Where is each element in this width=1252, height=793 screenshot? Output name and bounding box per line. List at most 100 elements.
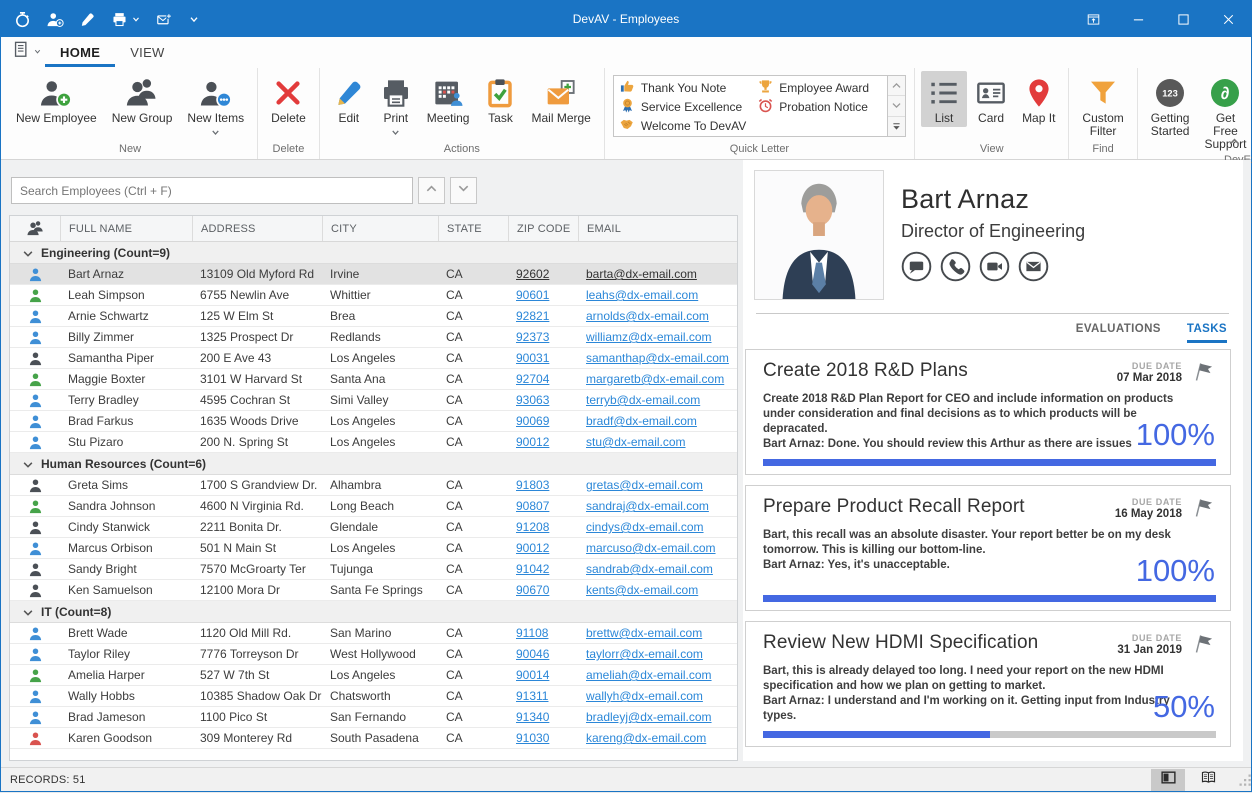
email-link[interactable]: sandrab@dx-email.com xyxy=(586,562,713,576)
table-row[interactable]: Samantha Piper200 E Ave 43Los AngelesCA9… xyxy=(10,348,737,369)
table-row[interactable]: Sandy Bright7570 McGroarty TerTujungaCA9… xyxy=(10,559,737,580)
gallery-item-thank-you-note[interactable]: Thank You Note xyxy=(620,78,756,97)
chat-button[interactable] xyxy=(901,251,932,287)
table-row[interactable]: Wally Hobbs10385 Shadow Oak DrChatsworth… xyxy=(10,686,737,707)
zip-link[interactable]: 92704 xyxy=(516,372,549,386)
table-row[interactable]: Brett Wade1120 Old Mill Rd.San MarinoCA9… xyxy=(10,623,737,644)
zip-link[interactable]: 92821 xyxy=(516,309,549,323)
zip-link[interactable]: 92373 xyxy=(516,330,549,344)
email-link[interactable]: bradf@dx-email.com xyxy=(586,414,697,428)
meeting-button[interactable]: Meeting xyxy=(420,71,477,127)
email-link[interactable]: ameliah@dx-email.com xyxy=(586,668,712,682)
search-next-button[interactable] xyxy=(450,177,477,204)
card-button[interactable]: Card xyxy=(968,71,1014,127)
email-link[interactable]: brettw@dx-email.com xyxy=(586,626,702,640)
close-button[interactable] xyxy=(1206,1,1251,37)
map-it-button[interactable]: Map It xyxy=(1015,71,1062,127)
table-row[interactable]: Billy Zimmer1325 Prospect DrRedlandsCA92… xyxy=(10,327,737,348)
table-row[interactable]: Greta Sims1700 S Grandview Dr.AlhambraCA… xyxy=(10,475,737,496)
email-link[interactable]: gretas@dx-email.com xyxy=(586,478,703,492)
table-row[interactable]: Ken Samuelson12100 Mora DrSanta Fe Sprin… xyxy=(10,580,737,601)
table-row[interactable]: Brad Jameson1100 Pico StSan FernandoCA91… xyxy=(10,707,737,728)
gallery-item-welcome-to-devav[interactable]: Welcome To DevAV xyxy=(620,116,756,135)
email-link[interactable]: terryb@dx-email.com xyxy=(586,393,700,407)
tab-tasks[interactable]: TASKS xyxy=(1187,323,1227,343)
tab-view[interactable]: VIEW xyxy=(115,37,179,67)
table-row[interactable]: Terry Bradley4595 Cochran StSimi ValleyC… xyxy=(10,390,737,411)
quick-print-icon[interactable] xyxy=(111,11,141,28)
delete-button[interactable]: Delete xyxy=(264,71,313,127)
zip-link[interactable]: 90807 xyxy=(516,499,549,513)
list-button[interactable]: List xyxy=(921,71,967,127)
resize-grip-icon[interactable] xyxy=(1235,770,1249,790)
column-header-state[interactable]: STATE xyxy=(438,216,508,241)
gallery-item-employee-award[interactable]: Employee Award xyxy=(758,78,879,97)
zip-link[interactable]: 91030 xyxy=(516,731,549,745)
phone-button[interactable] xyxy=(940,251,971,287)
gallery-down-button[interactable] xyxy=(888,96,905,116)
zip-link[interactable]: 90012 xyxy=(516,541,549,555)
email-link[interactable]: marcuso@dx-email.com xyxy=(586,541,716,555)
gallery-item-service-excellence[interactable]: Service Excellence xyxy=(620,97,756,116)
video-button[interactable] xyxy=(979,251,1010,287)
task-card[interactable]: Create 2018 R&D PlansDUE DATE07 Mar 2018… xyxy=(745,349,1231,475)
zip-link[interactable]: 90012 xyxy=(516,435,549,449)
edit-button[interactable]: Edit xyxy=(326,71,372,127)
group-row-human-resources-count-6-[interactable]: Human Resources (Count=6) xyxy=(10,453,737,475)
mail-button[interactable] xyxy=(1018,251,1049,287)
maximize-button[interactable] xyxy=(1161,1,1206,37)
zip-link[interactable]: 93063 xyxy=(516,393,549,407)
email-link[interactable]: taylorr@dx-email.com xyxy=(586,647,703,661)
new-group-button[interactable]: New Group xyxy=(105,71,180,127)
minimize-button[interactable] xyxy=(1116,1,1161,37)
gallery-dropdown-button[interactable] xyxy=(888,117,905,136)
email-link[interactable]: sandraj@dx-email.com xyxy=(586,499,709,513)
table-row[interactable]: Sandra Johnson4600 N Virginia Rd.Long Be… xyxy=(10,496,737,517)
zip-link[interactable]: 90601 xyxy=(516,288,549,302)
table-row[interactable]: Amelia Harper527 W 7th StLos AngelesCA90… xyxy=(10,665,737,686)
table-row[interactable]: Karen Goodson309 Monterey RdSouth Pasade… xyxy=(10,728,737,749)
custom-filter-button[interactable]: Custom Filter xyxy=(1075,71,1130,140)
table-row[interactable]: Stu Pizaro200 N. Spring StLos AngelesCA9… xyxy=(10,432,737,453)
task-card[interactable]: Review New HDMI SpecificationDUE DATE31 … xyxy=(745,621,1231,747)
reading-view-button[interactable] xyxy=(1191,769,1225,791)
column-header-full-name[interactable]: FULL NAME xyxy=(60,216,192,241)
email-link[interactable]: arnolds@dx-email.com xyxy=(586,309,709,323)
table-row[interactable]: Maggie Boxter3101 W Harvard StSanta AnaC… xyxy=(10,369,737,390)
tab-evaluations[interactable]: EVALUATIONS xyxy=(1076,323,1161,343)
quick-new-employee-icon[interactable] xyxy=(47,11,64,28)
table-row[interactable]: Cindy Stanwick2211 Bonita Dr.GlendaleCA9… xyxy=(10,517,737,538)
group-row-it-count-8-[interactable]: IT (Count=8) xyxy=(10,601,737,623)
search-prev-button[interactable] xyxy=(418,177,445,204)
panel-view-button[interactable] xyxy=(1151,769,1185,791)
quick-edit-icon[interactable] xyxy=(79,11,96,28)
search-input[interactable] xyxy=(11,177,413,204)
new-employee-button[interactable]: New Employee xyxy=(9,71,104,127)
zip-link[interactable]: 91803 xyxy=(516,478,549,492)
email-link[interactable]: williamz@dx-email.com xyxy=(586,330,712,344)
zip-link[interactable]: 91208 xyxy=(516,520,549,534)
collapse-ribbon-button[interactable] xyxy=(1228,135,1241,153)
table-row[interactable]: Leah Simpson6755 Newlin AveWhittierCA906… xyxy=(10,285,737,306)
zip-link[interactable]: 90670 xyxy=(516,583,549,597)
gallery-item-probation-notice[interactable]: Probation Notice xyxy=(758,97,879,116)
table-row[interactable]: Taylor Riley7776 Torreyson DrWest Hollyw… xyxy=(10,644,737,665)
email-link[interactable]: margaretb@dx-email.com xyxy=(586,372,724,386)
mail-merge-button[interactable]: Mail Merge xyxy=(524,71,597,127)
column-header-zip-code[interactable]: ZIP CODE xyxy=(508,216,578,241)
zip-link[interactable]: 90069 xyxy=(516,414,549,428)
get-free-support-button[interactable]: ∂Get Free Support xyxy=(1197,71,1252,153)
gallery-up-button[interactable] xyxy=(888,76,905,96)
zip-link[interactable]: 91340 xyxy=(516,710,549,724)
zip-link[interactable]: 90046 xyxy=(516,647,549,661)
email-link[interactable]: bradleyj@dx-email.com xyxy=(586,710,712,724)
zip-link[interactable]: 92602 xyxy=(516,267,549,281)
email-link[interactable]: kareng@dx-email.com xyxy=(586,731,706,745)
task-button[interactable]: Task xyxy=(477,71,523,127)
new-items-button[interactable]: New Items xyxy=(180,71,251,137)
table-row[interactable]: Brad Farkus1635 Woods DriveLos AngelesCA… xyxy=(10,411,737,432)
zip-link[interactable]: 91108 xyxy=(516,626,548,640)
popup-button[interactable] xyxy=(1071,1,1116,37)
zip-link[interactable]: 91042 xyxy=(516,562,549,576)
zip-link[interactable]: 90014 xyxy=(516,668,549,682)
